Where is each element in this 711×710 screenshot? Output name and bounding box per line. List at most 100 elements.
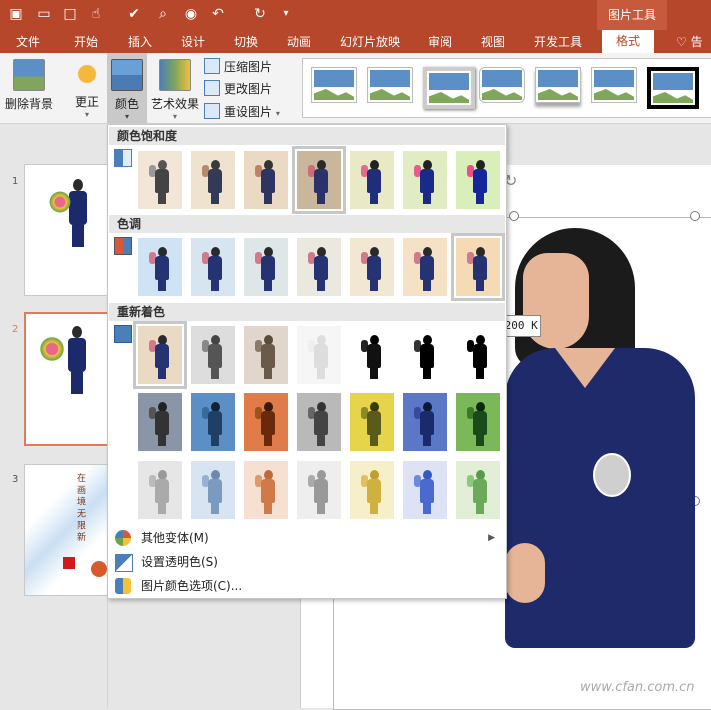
set-transparent-item[interactable]: 设置透明色(S) xyxy=(109,550,505,574)
corrections-button[interactable]: 更正 ▾ xyxy=(70,59,104,119)
customize-icon[interactable]: ▾ xyxy=(278,6,294,22)
tone-option-4[interactable] xyxy=(297,238,341,296)
color-button[interactable]: 颜色 ▾ xyxy=(107,53,147,123)
palette-icon xyxy=(115,530,131,546)
submenu-arrow-icon: ▶ xyxy=(488,533,495,543)
undo-icon[interactable]: ↶ xyxy=(210,6,226,22)
saturation-option-5[interactable] xyxy=(350,151,394,209)
recolor-option-11[interactable] xyxy=(297,393,341,451)
tab-animations[interactable]: 动画 xyxy=(287,33,311,51)
tab-developer[interactable]: 开发工具 xyxy=(534,33,582,51)
slide-thumbnail-2[interactable] xyxy=(24,312,112,446)
recolor-option-20[interactable] xyxy=(403,461,447,519)
watermark: www.cfan.com.cn xyxy=(580,680,695,695)
recolor-option-10[interactable] xyxy=(244,393,288,451)
thumb-legs xyxy=(71,372,83,394)
tab-transitions[interactable]: 切换 xyxy=(234,33,258,51)
recolor-option-21[interactable] xyxy=(456,461,500,519)
slide-thumbnails-pane: 1 2 3 在 画 境 无 限 新 xyxy=(0,124,112,708)
slide-thumbnail-3[interactable]: 在 画 境 无 限 新 xyxy=(24,464,110,596)
tab-design[interactable]: 设计 xyxy=(181,33,205,51)
compress-label: 压缩图片 xyxy=(224,60,273,74)
slide-thumbnail-1[interactable] xyxy=(24,164,110,296)
saturation-option-2[interactable] xyxy=(191,151,235,209)
change-picture-button[interactable]: 更改图片 xyxy=(204,80,272,98)
tab-view[interactable]: 视图 xyxy=(481,33,505,51)
tab-file[interactable]: 文件 xyxy=(16,33,40,51)
tone-option-2[interactable] xyxy=(191,238,235,296)
chevron-down-icon: ▾ xyxy=(172,112,177,121)
recolor-option-18[interactable] xyxy=(297,461,341,519)
color-dropdown-panel: 颜色饱和度 色调 重新着色 其他变体(M) ▶ 设置透明色(S) 图片颜色选项(… xyxy=(107,124,507,599)
open-icon[interactable]: ▭ xyxy=(36,6,52,22)
artistic-effects-icon xyxy=(159,59,191,91)
reset-picture-button[interactable]: 重设图片 ▾ xyxy=(204,103,280,121)
tab-review[interactable]: 审阅 xyxy=(428,33,452,51)
touch-mode-icon[interactable]: ☝ xyxy=(88,6,104,22)
remove-background-button[interactable]: 删除背景 xyxy=(4,59,54,112)
picture-style-3[interactable] xyxy=(423,67,475,109)
tab-insert[interactable]: 插入 xyxy=(128,33,152,51)
picture-style-4[interactable] xyxy=(479,67,525,103)
recolor-option-17[interactable] xyxy=(244,461,288,519)
recolor-option-5[interactable] xyxy=(350,326,394,384)
tone-option-1[interactable] xyxy=(138,238,182,296)
tone-icon xyxy=(114,237,132,255)
tab-home[interactable]: 开始 xyxy=(74,33,98,51)
more-variations-label: 其他变体(M) xyxy=(141,531,209,545)
picture-style-1[interactable] xyxy=(311,67,357,103)
saturation-option-3[interactable] xyxy=(244,151,288,209)
compress-pictures-button[interactable]: 压缩图片 xyxy=(204,58,272,76)
recolor-option-7[interactable] xyxy=(456,326,500,384)
recolor-option-15[interactable] xyxy=(138,461,182,519)
resize-handle[interactable] xyxy=(690,211,700,221)
picture-style-6[interactable] xyxy=(591,67,637,103)
tone-option-3[interactable] xyxy=(244,238,288,296)
tell-me[interactable]: ♡ 告诉 xyxy=(676,33,711,67)
thumb-body xyxy=(69,191,87,225)
saturation-option-1[interactable] xyxy=(138,151,182,209)
recolor-option-16[interactable] xyxy=(191,461,235,519)
preview-icon[interactable]: ⌕ xyxy=(155,6,171,22)
tab-format[interactable]: 格式 xyxy=(602,30,655,53)
record-icon[interactable]: ◉ xyxy=(183,6,199,22)
recolor-option-1[interactable] xyxy=(133,321,187,389)
recolor-option-8[interactable] xyxy=(138,393,182,451)
new-icon[interactable]: □ xyxy=(62,6,78,22)
recolor-option-4[interactable] xyxy=(297,326,341,384)
color-options-item[interactable]: 图片颜色选项(C)... xyxy=(109,574,505,598)
resize-handle[interactable] xyxy=(509,211,519,221)
recolor-option-6[interactable] xyxy=(403,326,447,384)
tone-option-5[interactable] xyxy=(350,238,394,296)
recolor-option-2[interactable] xyxy=(191,326,235,384)
recolor-option-12[interactable] xyxy=(350,393,394,451)
artistic-effects-button[interactable]: 艺术效果 ▾ xyxy=(150,59,200,121)
tone-section-title: 色调 xyxy=(109,215,505,233)
tone-option-7[interactable] xyxy=(451,233,505,301)
redo-icon[interactable]: ↻ xyxy=(252,6,268,22)
saturation-option-6[interactable] xyxy=(403,151,447,209)
picture-style-2[interactable] xyxy=(367,67,413,103)
more-variations-item[interactable]: 其他变体(M) ▶ xyxy=(109,526,505,550)
remove-background-label: 删除背景 xyxy=(4,97,53,111)
thumb-flowers xyxy=(49,189,71,215)
saturation-option-7[interactable] xyxy=(456,151,500,209)
chevron-down-icon: ▾ xyxy=(124,112,129,121)
spellcheck-icon[interactable]: ✔ xyxy=(126,6,142,22)
remove-background-icon xyxy=(13,59,45,91)
recolor-option-19[interactable] xyxy=(350,461,394,519)
recolor-option-3[interactable] xyxy=(244,326,288,384)
thumb-seal-icon xyxy=(63,557,75,569)
recolor-option-14[interactable] xyxy=(456,393,500,451)
tone-option-6[interactable] xyxy=(403,238,447,296)
picture-style-5[interactable] xyxy=(535,67,581,103)
save-icon[interactable]: ▣ xyxy=(8,6,24,22)
thumb-fish-icon xyxy=(91,561,107,577)
tab-slideshow[interactable]: 幻灯片放映 xyxy=(340,33,400,51)
saturation-option-4[interactable] xyxy=(292,146,346,214)
recolor-option-13[interactable] xyxy=(403,393,447,451)
recolor-option-9[interactable] xyxy=(191,393,235,451)
thumb-legs xyxy=(72,225,84,247)
picture-style-7[interactable] xyxy=(647,67,699,109)
woman-photo[interactable] xyxy=(505,228,705,708)
